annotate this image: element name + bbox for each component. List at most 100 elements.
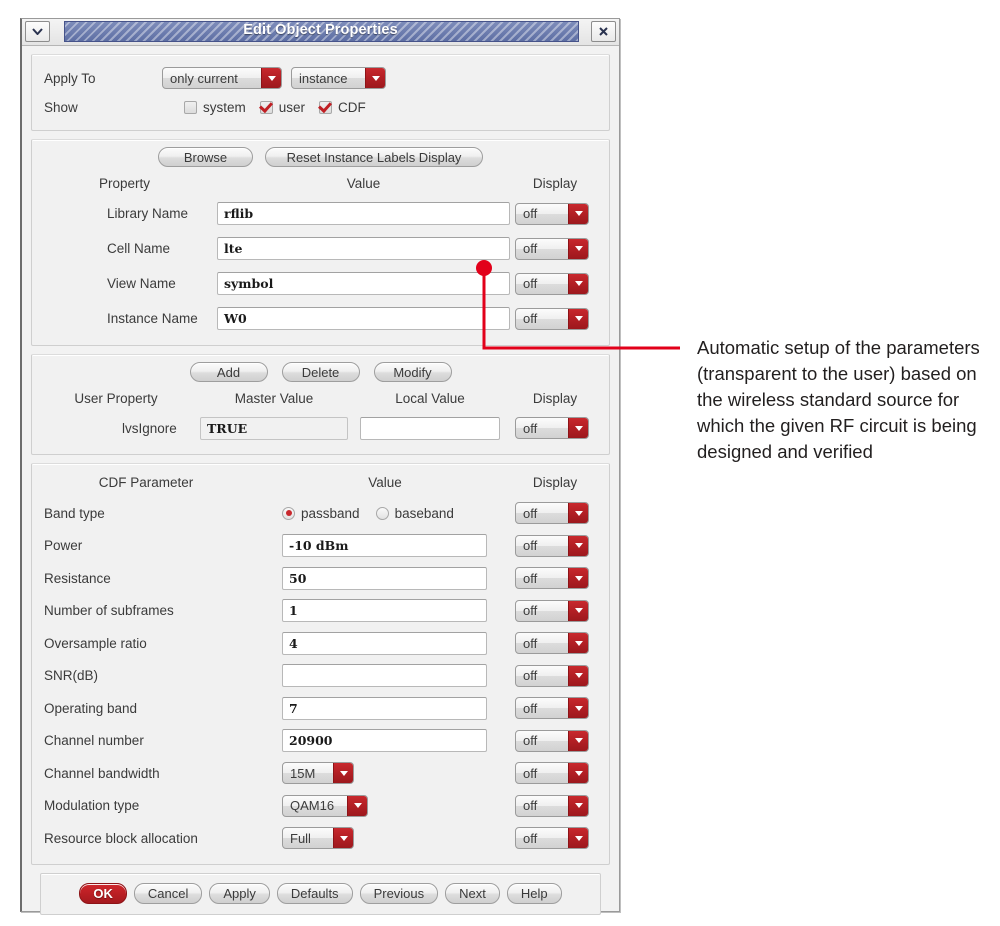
help-button[interactable]: Help (506, 882, 562, 904)
display-dropdown[interactable]: off (515, 237, 589, 260)
cdf-row: SNR(dB) off (32, 660, 609, 693)
display-dropdown-value: off (523, 420, 538, 436)
checkbox-user-label: user (278, 99, 306, 115)
cdf-select[interactable]: Full (282, 827, 354, 850)
display-dropdown[interactable]: off (515, 202, 589, 225)
radio-baseband[interactable]: baseband (375, 506, 454, 521)
cdf-select-value: QAM16 (290, 798, 335, 814)
ok-button[interactable]: OK (79, 882, 127, 904)
cdf-value-input[interactable]: 1 (282, 599, 487, 623)
cancel-button[interactable]: Cancel (133, 882, 203, 904)
display-dropdown-value: off (523, 700, 538, 716)
cdf-row-label: Oversample ratio (44, 635, 147, 651)
dialog-button-bar: OK Cancel Apply Defaults Previous Next Help (40, 872, 601, 915)
user-property-label: lvsIgnore (122, 420, 177, 436)
display-dropdown[interactable]: off (515, 632, 589, 655)
property-rows: Library Name rflib off Cell Name lte off View … (32, 196, 609, 336)
modify-button[interactable]: Modify (373, 362, 452, 382)
display-dropdown[interactable]: off (515, 794, 589, 817)
checkbox-checked-icon (259, 100, 273, 114)
display-dropdown[interactable]: off (515, 827, 589, 850)
local-value-header: Local Value (395, 390, 465, 406)
display-dropdown[interactable]: off (515, 664, 589, 687)
property-header: Property (98, 175, 151, 191)
property-panel: Browse Reset Instance Labels Display Pro… (31, 139, 610, 346)
cdf-value-input[interactable]: 50 (282, 566, 487, 590)
display-dropdown[interactable]: off (515, 599, 589, 622)
cdf-row-label: Operating band (44, 700, 138, 716)
display-dropdown[interactable]: off (515, 762, 589, 785)
property-value-input[interactable]: W0 (217, 307, 510, 330)
cdf-row-label: Resistance (44, 570, 111, 586)
checkbox-user[interactable]: user (259, 99, 306, 115)
cdf-value-input[interactable]: 20900 (282, 729, 487, 753)
display-dropdown[interactable]: off (515, 307, 589, 330)
apply-to-label: Apply To (44, 70, 96, 86)
apply-scope-dropdown[interactable]: only current (162, 67, 282, 89)
master-value-header: Master Value (234, 390, 314, 406)
dialog-body: Apply To only current instance Show syst… (22, 46, 619, 915)
defaults-button[interactable]: Defaults (276, 882, 353, 904)
previous-button[interactable]: Previous (359, 882, 439, 904)
cdf-row: Oversample ratio 4 off (32, 627, 609, 660)
checkbox-cdf[interactable]: CDF (319, 100, 366, 115)
user-property-header-row: User Property Master Value Local Value D… (32, 387, 609, 409)
chevron-down-icon (568, 308, 588, 329)
property-value-input[interactable]: lte (217, 237, 510, 260)
cdf-value-input[interactable]: 4 (282, 631, 487, 655)
apply-button[interactable]: Apply (209, 882, 270, 904)
apply-object-value: instance (299, 70, 348, 86)
property-row: Cell Name lte off (32, 231, 609, 266)
close-icon[interactable] (591, 21, 616, 42)
radio-passband[interactable]: passband (282, 506, 360, 521)
chevron-down-icon (568, 698, 588, 719)
property-row: Instance Name W0 off (32, 301, 609, 336)
chevron-down-icon (568, 828, 588, 849)
cdf-value-input[interactable]: 7 (282, 696, 487, 720)
cdf-parameter-panel: CDF Parameter Value Display Band type pas… (31, 463, 610, 865)
display-dropdown[interactable]: off (515, 567, 589, 590)
show-row: Show system user CDF (44, 95, 597, 119)
property-row-label: Cell Name (107, 241, 171, 256)
cdf-select[interactable]: 15M (282, 762, 354, 785)
cdf-parameter-header: CDF Parameter (98, 474, 194, 490)
add-button[interactable]: Add (189, 362, 268, 382)
chevron-down-icon (568, 503, 588, 524)
display-dropdown[interactable]: off (515, 697, 589, 720)
property-row: View Name symbol off (32, 266, 609, 301)
chevron-down-icon (333, 763, 353, 784)
cdf-row: Resistance 50 off (32, 562, 609, 595)
property-value-input[interactable]: rflib (217, 202, 510, 225)
display-dropdown[interactable]: off (515, 272, 589, 295)
property-row: Library Name rflib off (32, 196, 609, 231)
cdf-row: Channel bandwidth 15M off (32, 757, 609, 790)
display-dropdown[interactable]: off (515, 729, 589, 752)
user-property-panel: Add Delete Modify User Property Master V… (31, 354, 610, 455)
radio-group: passband baseband (260, 506, 500, 521)
cdf-select[interactable]: QAM16 (282, 794, 368, 817)
local-value-input[interactable] (360, 416, 500, 440)
browse-button[interactable]: Browse (158, 147, 253, 167)
display-dropdown-value: off (523, 538, 538, 554)
property-value-input[interactable]: symbol (217, 272, 510, 295)
cdf-value-input[interactable] (282, 664, 487, 688)
chevron-down-icon (568, 730, 588, 751)
cdf-value-input[interactable]: -10 dBm (282, 534, 487, 558)
reset-instance-labels-button[interactable]: Reset Instance Labels Display (265, 147, 483, 167)
delete-button[interactable]: Delete (281, 362, 360, 382)
annotation-text: Automatic setup of the parameters (trans… (697, 337, 980, 462)
display-dropdown[interactable]: off (515, 534, 589, 557)
next-button[interactable]: Next (445, 882, 500, 904)
apply-to-row: Apply To only current instance (44, 65, 597, 91)
apply-object-dropdown[interactable]: instance (291, 67, 386, 89)
display-dropdown-value: off (523, 798, 538, 814)
display-dropdown[interactable]: off (515, 417, 589, 439)
checkbox-system[interactable]: system (184, 100, 246, 115)
window-titlebar: Edit Object Properties (22, 19, 619, 46)
master-value-input[interactable]: TRUE (200, 416, 348, 440)
chevron-down-icon (568, 795, 588, 816)
display-dropdown[interactable]: off (515, 502, 589, 525)
chevron-down-icon (365, 68, 385, 88)
chevron-down-icon (347, 795, 367, 816)
cdf-row: Channel number 20900 off (32, 725, 609, 758)
